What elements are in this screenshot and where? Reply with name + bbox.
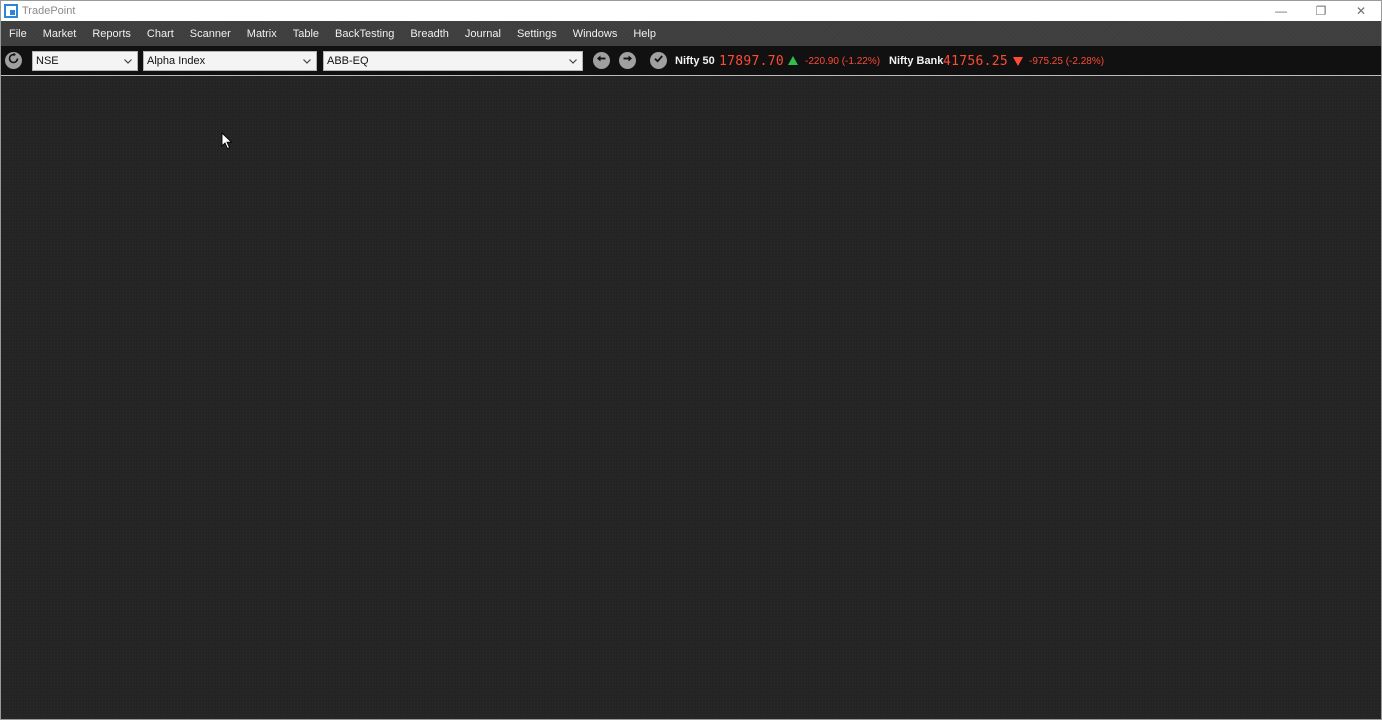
chevron-down-icon [567, 55, 579, 67]
index-value-niftybank: 41756.25 [943, 53, 1009, 69]
menu-settings[interactable]: Settings [509, 21, 565, 46]
arrow-left-icon [595, 52, 608, 70]
exchange-select[interactable]: NSE [32, 51, 138, 71]
menu-backtesting[interactable]: BackTesting [327, 21, 402, 46]
menu-breadth[interactable]: Breadth [402, 21, 457, 46]
toolbar: NSE Alpha Index ABB-EQ Nifty 50 17897.70… [1, 46, 1381, 76]
index-change-nifty50: -220.90 (-1.22%) [805, 55, 881, 67]
sort-value: Alpha Index [147, 55, 206, 67]
window-title: TradePoint [22, 5, 76, 17]
menu-scanner[interactable]: Scanner [182, 21, 239, 46]
menu-windows[interactable]: Windows [565, 21, 626, 46]
refresh-icon [7, 52, 20, 70]
refresh-button[interactable] [5, 52, 22, 69]
menu-bar: File Market Reports Chart Scanner Matrix… [1, 21, 1381, 46]
app-logo-icon [4, 4, 18, 18]
mouse-cursor-icon [221, 132, 233, 150]
menu-matrix[interactable]: Matrix [239, 21, 285, 46]
app-window: TradePoint — ❐ ✕ File Market Reports Cha… [0, 0, 1382, 720]
menu-reports[interactable]: Reports [84, 21, 139, 46]
index-change-niftybank: -975.25 (-2.28%) [1029, 55, 1105, 67]
symbol-value: ABB-EQ [327, 55, 369, 67]
menu-journal[interactable]: Journal [457, 21, 509, 46]
menu-chart[interactable]: Chart [139, 21, 182, 46]
index-name-niftybank: Nifty Bank [889, 55, 944, 67]
exchange-value: NSE [36, 55, 59, 67]
symbol-select[interactable]: ABB-EQ [323, 51, 583, 71]
check-icon [652, 52, 665, 70]
arrow-right-icon [621, 52, 634, 70]
menu-market[interactable]: Market [35, 21, 85, 46]
title-bar: TradePoint — ❐ ✕ [1, 1, 1381, 21]
back-button[interactable] [593, 52, 610, 69]
index-value-nifty50: 17897.70 [719, 53, 785, 69]
index-name-nifty50: Nifty 50 [675, 55, 715, 67]
confirm-button[interactable] [650, 52, 667, 69]
workspace[interactable] [2, 77, 1381, 719]
minimize-button[interactable]: — [1261, 1, 1301, 21]
chevron-down-icon [122, 55, 134, 67]
down-arrow-icon [1013, 57, 1023, 66]
close-button[interactable]: ✕ [1341, 1, 1381, 21]
forward-button[interactable] [619, 52, 636, 69]
window-controls: — ❐ ✕ [1261, 1, 1381, 21]
menu-help[interactable]: Help [625, 21, 664, 46]
chevron-down-icon [301, 55, 313, 67]
menu-file[interactable]: File [1, 21, 35, 46]
restore-button[interactable]: ❐ [1301, 1, 1341, 21]
sort-select[interactable]: Alpha Index [143, 51, 317, 71]
up-arrow-icon [788, 56, 798, 65]
menu-table[interactable]: Table [285, 21, 327, 46]
